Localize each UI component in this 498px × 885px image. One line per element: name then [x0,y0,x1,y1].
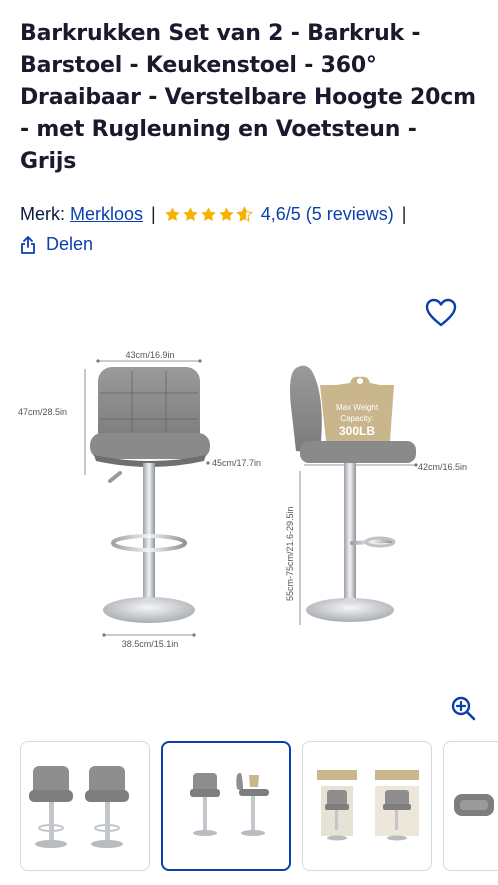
thumbnail-2[interactable] [161,741,291,871]
star-icon [164,207,180,221]
dim-height-range: 55cm-75cm/21.6-29.5in [285,506,295,601]
dim-seat-depth: 45cm/17.7in [212,458,261,468]
favorite-button[interactable] [425,298,457,333]
dim-base-width: 38.5cm/15.1in [122,639,179,649]
thumbnail-comparison-image [317,770,419,841]
capacity-label-line1: Max Weight [336,403,379,412]
separator: | [151,204,156,224]
thumbnail-two-stools-image [29,766,129,848]
capacity-value: 300LB [339,424,375,438]
dim-side-depth: 42cm/16.5in [418,462,467,472]
separator: | [401,204,407,224]
zoom-button[interactable] [450,695,476,726]
share-icon [21,235,35,254]
rating-link[interactable]: 4,6/5 (5 reviews) [261,204,394,225]
thumbnail-detail-image [454,794,494,816]
star-icon [182,207,198,221]
brand-label: Merk: [20,204,65,224]
heart-icon [425,298,457,327]
weight-capacity-tag: Max Weight Capacity: 300LB [320,376,394,441]
share-label: Delen [46,234,94,254]
thumbnail-1[interactable] [20,741,150,871]
capacity-label-line2: Capacity: [340,414,373,423]
star-half-icon [235,206,253,222]
product-main-image[interactable]: 43cm/16.9in 47cm/28.5in 45cm/17.7in 38.5… [0,285,498,735]
dim-top-width: 43cm/16.9in [125,350,174,360]
thumbnail-strip [20,741,498,871]
side-view-stool: Max Weight Capacity: 300LB 42cm/16.5in 5… [285,365,467,625]
product-meta-row: Merk: Merkloos | 4,6/5 (5 reviews) | [20,204,490,225]
front-view-stool: 43cm/16.9in 47cm/28.5in 45cm/17.7in 38.5… [18,350,261,649]
rating-stars [164,206,253,223]
thumbnail-4[interactable] [443,741,498,871]
thumbnail-3[interactable] [302,741,432,871]
share-button[interactable]: Delen [20,234,93,255]
dim-back-height: 47cm/28.5in [18,407,67,417]
bar-stool-illustration: 43cm/16.9in 47cm/28.5in 45cm/17.7in 38.5… [18,350,467,649]
star-icon [200,207,216,221]
zoom-in-icon [451,696,476,721]
brand-link[interactable]: Merkloos [70,204,143,225]
star-icon [218,207,234,221]
thumbnail-dimensions-image [190,773,269,836]
product-title: Barkrukken Set van 2 - Barkruk - Barstoe… [20,21,476,174]
